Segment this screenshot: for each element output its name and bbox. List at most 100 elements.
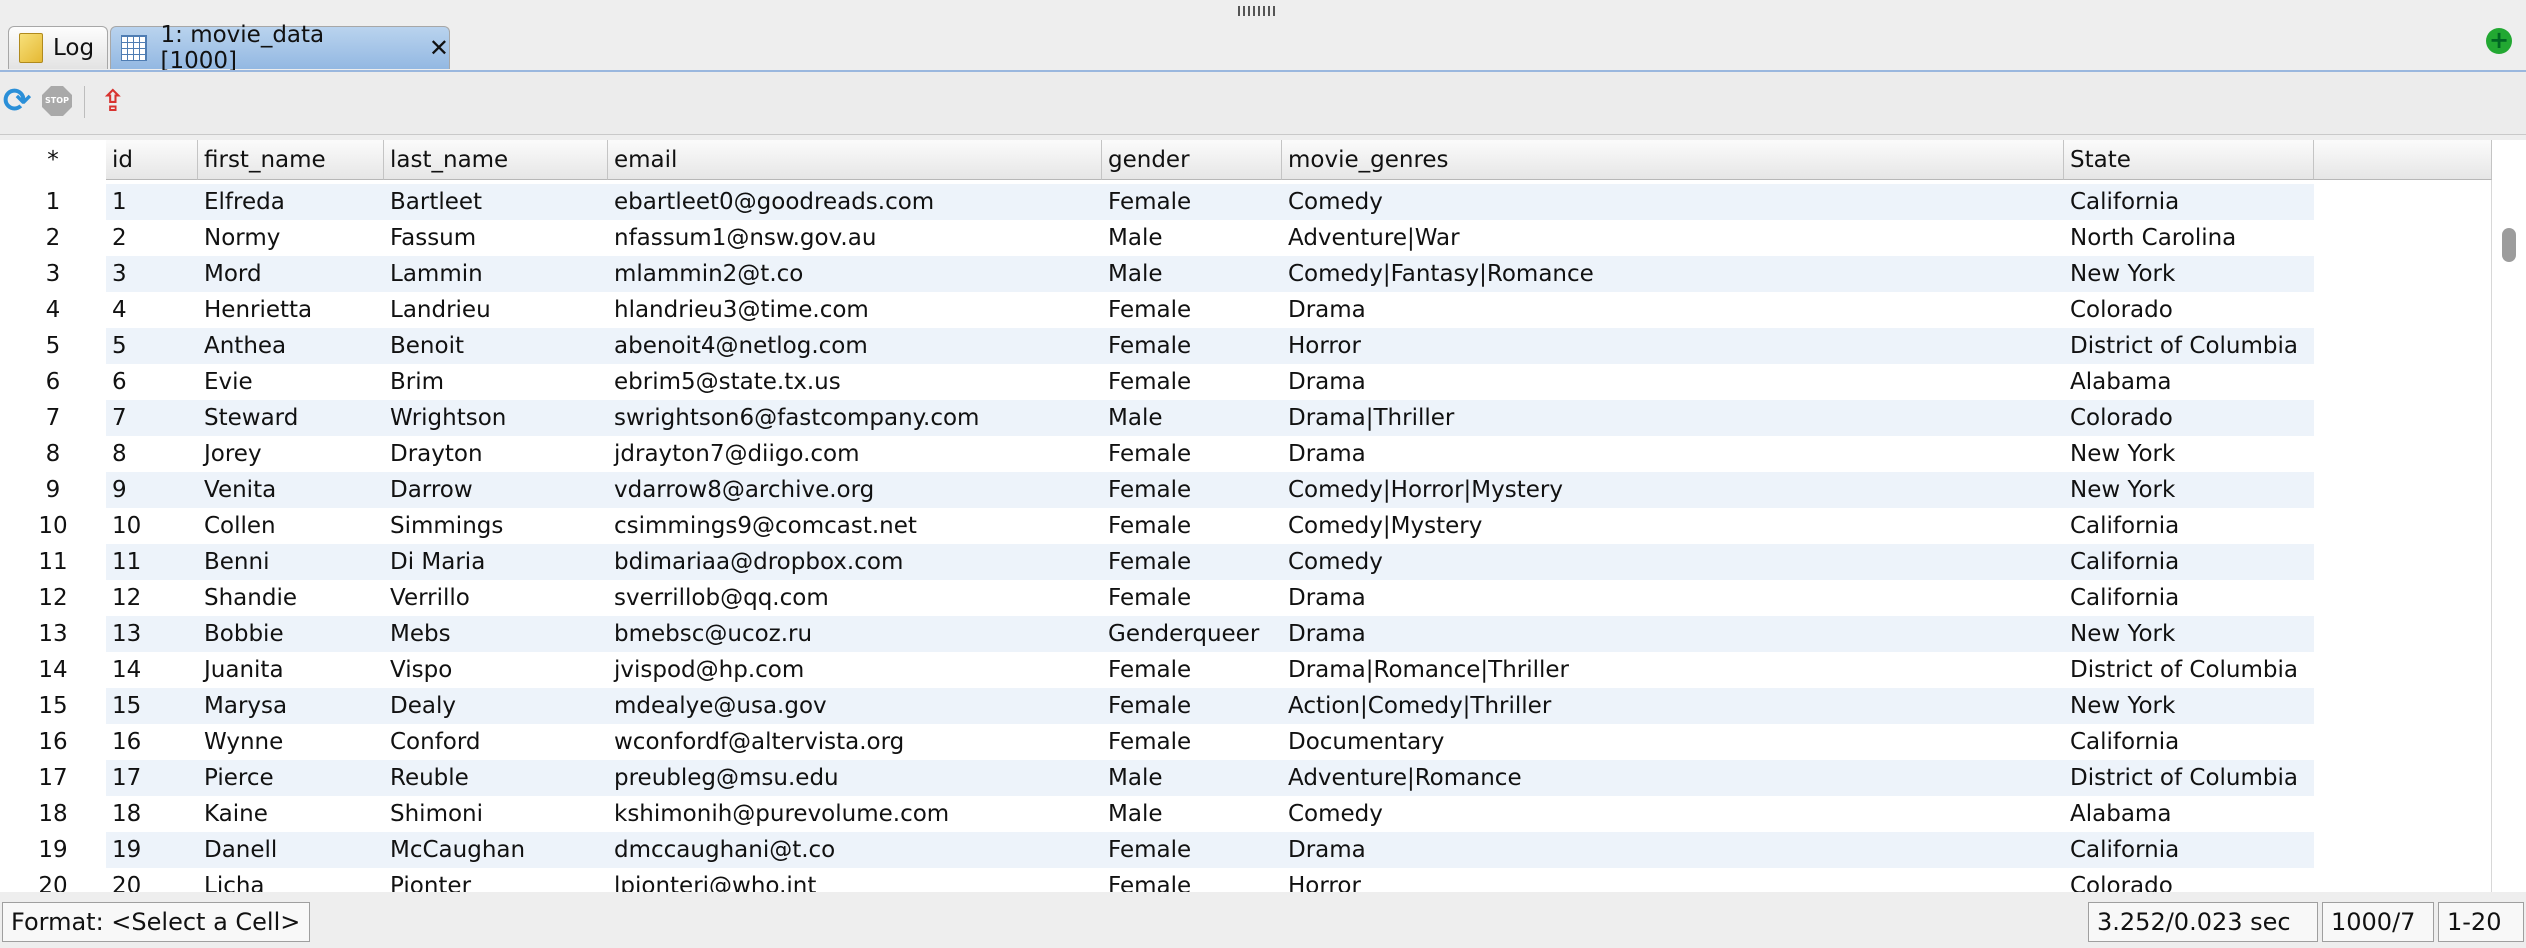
last-name-cell[interactable]: Vispo <box>384 652 608 688</box>
first-name-cell[interactable]: Evie <box>198 364 384 400</box>
last-name-cell[interactable]: Drayton <box>384 436 608 472</box>
state-cell[interactable]: Alabama <box>2064 796 2314 832</box>
first-name-cell[interactable]: Normy <box>198 220 384 256</box>
last-name-cell[interactable]: Di Maria <box>384 544 608 580</box>
state-cell[interactable]: Alabama <box>2064 364 2314 400</box>
row-number-cell[interactable]: 3 <box>0 256 106 292</box>
email-cell[interactable]: jdrayton7@diigo.com <box>608 436 1102 472</box>
id-cell[interactable]: 19 <box>106 832 198 868</box>
id-cell[interactable]: 6 <box>106 364 198 400</box>
stop-icon[interactable]: STOP <box>40 84 74 118</box>
refresh-icon[interactable]: ⟳ <box>0 81 34 121</box>
first-name-cell[interactable]: Juanita <box>198 652 384 688</box>
last-name-cell[interactable]: Conford <box>384 724 608 760</box>
row-number-cell[interactable]: 20 <box>0 868 106 892</box>
table-row[interactable]: 9 9 Venita Darrow vdarrow8@archive.org Female… <box>0 472 2318 508</box>
gender-cell[interactable]: Female <box>1102 328 1282 364</box>
email-cell[interactable]: lpionterj@who.int <box>608 868 1102 892</box>
state-cell[interactable]: New York <box>2064 688 2314 724</box>
last-name-cell[interactable]: Fassum <box>384 220 608 256</box>
gender-cell[interactable]: Female <box>1102 544 1282 580</box>
panel-resize-grip[interactable] <box>1238 6 1276 16</box>
last-name-cell[interactable]: Verrillo <box>384 580 608 616</box>
table-row[interactable]: 13 13 Bobbie Mebs bmebsc@ucoz.ru Genderqueer D… <box>0 616 2318 652</box>
email-cell[interactable]: kshimonih@purevolume.com <box>608 796 1102 832</box>
state-cell[interactable]: District of Columbia <box>2064 760 2314 796</box>
state-cell[interactable]: North Carolina <box>2064 220 2314 256</box>
table-row[interactable]: 14 14 Juanita Vispo jvispod@hp.com Female Dram… <box>0 652 2318 688</box>
last-name-cell[interactable]: Pionter <box>384 868 608 892</box>
row-number-cell[interactable]: 17 <box>0 760 106 796</box>
state-cell[interactable]: California <box>2064 832 2314 868</box>
id-cell[interactable]: 3 <box>106 256 198 292</box>
id-cell[interactable]: 14 <box>106 652 198 688</box>
movie-genres-cell[interactable]: Adventure|Romance <box>1282 760 2064 796</box>
row-number-cell[interactable]: 18 <box>0 796 106 832</box>
state-cell[interactable]: District of Columbia <box>2064 652 2314 688</box>
table-row[interactable]: 20 20 Licha Pionter lpionterj@who.int Female H… <box>0 868 2318 892</box>
id-cell[interactable]: 5 <box>106 328 198 364</box>
email-cell[interactable]: abenoit4@netlog.com <box>608 328 1102 364</box>
id-cell[interactable]: 18 <box>106 796 198 832</box>
first-name-cell[interactable]: Pierce <box>198 760 384 796</box>
gender-cell[interactable]: Female <box>1102 652 1282 688</box>
movie-genres-cell[interactable]: Comedy <box>1282 184 2064 220</box>
header-last-name[interactable]: last_name <box>384 140 608 180</box>
movie-genres-cell[interactable]: Action|Comedy|Thriller <box>1282 688 2064 724</box>
state-cell[interactable]: New York <box>2064 256 2314 292</box>
header-movie-genres[interactable]: movie_genres <box>1282 140 2064 180</box>
row-number-cell[interactable]: 19 <box>0 832 106 868</box>
state-cell[interactable]: California <box>2064 508 2314 544</box>
table-row[interactable]: 7 7 Steward Wrightson swrightson6@fastcompan… <box>0 400 2318 436</box>
id-cell[interactable]: 20 <box>106 868 198 892</box>
header-email[interactable]: email <box>608 140 1102 180</box>
table-row[interactable]: 2 2 Normy Fassum nfassum1@nsw.gov.au Male Adve… <box>0 220 2318 256</box>
last-name-cell[interactable]: Darrow <box>384 472 608 508</box>
last-name-cell[interactable]: Dealy <box>384 688 608 724</box>
gender-cell[interactable]: Female <box>1102 688 1282 724</box>
email-cell[interactable]: nfassum1@nsw.gov.au <box>608 220 1102 256</box>
first-name-cell[interactable]: Elfreda <box>198 184 384 220</box>
row-number-cell[interactable]: 1 <box>0 184 106 220</box>
first-name-cell[interactable]: Collen <box>198 508 384 544</box>
first-name-cell[interactable]: Shandie <box>198 580 384 616</box>
email-cell[interactable]: jvispod@hp.com <box>608 652 1102 688</box>
table-row[interactable]: 6 6 Evie Brim ebrim5@state.tx.us Female Drama A… <box>0 364 2318 400</box>
last-name-cell[interactable]: Mebs <box>384 616 608 652</box>
gender-cell[interactable]: Female <box>1102 508 1282 544</box>
movie-genres-cell[interactable]: Horror <box>1282 868 2064 892</box>
table-row[interactable]: 17 17 Pierce Reuble preubleg@msu.edu Male Adve… <box>0 760 2318 796</box>
email-cell[interactable]: wconfordf@altervista.org <box>608 724 1102 760</box>
movie-genres-cell[interactable]: Documentary <box>1282 724 2064 760</box>
gender-cell[interactable]: Female <box>1102 868 1282 892</box>
row-number-cell[interactable]: 15 <box>0 688 106 724</box>
email-cell[interactable]: ebartleet0@goodreads.com <box>608 184 1102 220</box>
first-name-cell[interactable]: Marysa <box>198 688 384 724</box>
table-row[interactable]: 3 3 Mord Lammin mlammin2@t.co Male Comedy|Fant… <box>0 256 2318 292</box>
movie-genres-cell[interactable]: Drama <box>1282 364 2064 400</box>
movie-genres-cell[interactable]: Comedy|Mystery <box>1282 508 2064 544</box>
row-number-cell[interactable]: 8 <box>0 436 106 472</box>
email-cell[interactable]: vdarrow8@archive.org <box>608 472 1102 508</box>
table-row[interactable]: 10 10 Collen Simmings csimmings9@comcast.net… <box>0 508 2318 544</box>
state-cell[interactable]: Colorado <box>2064 292 2314 328</box>
first-name-cell[interactable]: Anthea <box>198 328 384 364</box>
first-name-cell[interactable]: Mord <box>198 256 384 292</box>
first-name-cell[interactable]: Bobbie <box>198 616 384 652</box>
state-cell[interactable]: California <box>2064 580 2314 616</box>
header-rownum[interactable]: * <box>0 140 106 180</box>
id-cell[interactable]: 9 <box>106 472 198 508</box>
table-row[interactable]: 12 12 Shandie Verrillo sverrillob@qq.com Fema… <box>0 580 2318 616</box>
row-number-cell[interactable]: 2 <box>0 220 106 256</box>
row-number-cell[interactable]: 16 <box>0 724 106 760</box>
gender-cell[interactable]: Male <box>1102 760 1282 796</box>
gender-cell[interactable]: Male <box>1102 796 1282 832</box>
table-row[interactable]: 18 18 Kaine Shimoni kshimonih@purevolume.com… <box>0 796 2318 832</box>
movie-genres-cell[interactable]: Drama <box>1282 616 2064 652</box>
row-number-cell[interactable]: 12 <box>0 580 106 616</box>
id-cell[interactable]: 10 <box>106 508 198 544</box>
first-name-cell[interactable]: Henrietta <box>198 292 384 328</box>
id-cell[interactable]: 1 <box>106 184 198 220</box>
table-row[interactable]: 1 1 Elfreda Bartleet ebartleet0@goodreads.co… <box>0 184 2318 220</box>
state-cell[interactable]: California <box>2064 184 2314 220</box>
